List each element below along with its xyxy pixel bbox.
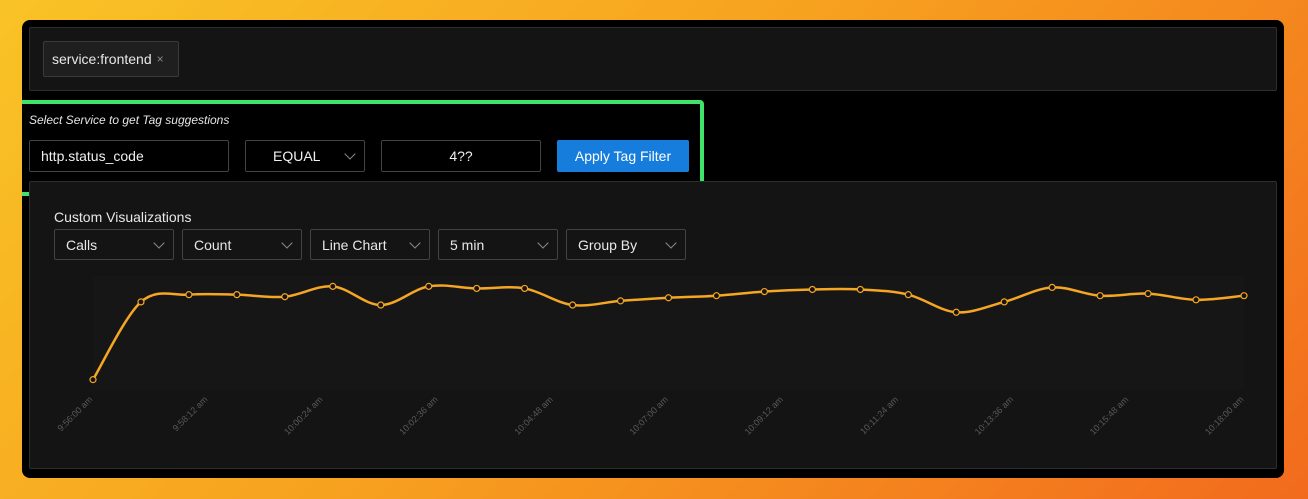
data-point[interactable] <box>1240 292 1248 300</box>
interval-select-value: 5 min <box>450 236 485 253</box>
entity-select[interactable]: Calls <box>54 229 174 260</box>
data-point[interactable] <box>1144 290 1152 298</box>
chevron-down-icon <box>665 237 677 249</box>
chart-type-select[interactable]: Line Chart <box>310 229 430 260</box>
x-tick-label: 10:15:48 am <box>1088 394 1130 436</box>
x-tick-label: 10:04:48 am <box>512 394 554 436</box>
data-point[interactable] <box>760 287 769 296</box>
app-window: service:frontend × Select Service to get… <box>22 20 1284 478</box>
data-point[interactable] <box>664 294 673 302</box>
operator-value: EQUAL <box>273 148 321 164</box>
data-point[interactable] <box>1048 283 1056 291</box>
chevron-down-icon <box>409 237 421 249</box>
data-point[interactable] <box>89 376 97 384</box>
data-point[interactable] <box>1096 292 1104 300</box>
chevron-down-icon <box>153 237 165 249</box>
x-tick-label: 10:02:36 am <box>397 394 439 436</box>
data-point[interactable] <box>808 285 816 294</box>
x-tick-label: 10:11:24 am <box>858 394 900 436</box>
x-tick-label: 10:00:24 am <box>282 394 324 436</box>
group-by-select-value: Group By <box>578 236 638 253</box>
data-point[interactable] <box>377 301 385 309</box>
data-point[interactable] <box>329 282 337 290</box>
data-point[interactable] <box>568 301 577 309</box>
x-tick-label: 9:56:00 am <box>56 394 95 433</box>
service-tag-chip: service:frontend × <box>43 41 179 77</box>
visualization-title: Custom Visualizations <box>54 209 192 225</box>
entity-select-value: Calls <box>66 236 98 253</box>
data-point[interactable] <box>233 291 241 299</box>
aggregation-select-value: Count <box>194 236 232 253</box>
x-tick-label: 10:18:00 am <box>1203 394 1245 436</box>
data-point[interactable] <box>904 291 912 299</box>
apply-tag-filter-button[interactable]: Apply Tag Filter <box>557 140 689 172</box>
tag-value-text: 4?? <box>449 148 473 164</box>
data-point[interactable] <box>185 291 193 299</box>
x-tick-label: 10:13:36 am <box>973 394 1015 436</box>
line-chart[interactable]: 9:56:00 am 9:58:12 am 10:00:24 am 10:02:36 … <box>30 272 1276 468</box>
custom-visualizations-panel: Custom Visualizations Calls Count Line C… <box>29 181 1277 469</box>
data-point[interactable] <box>425 282 433 290</box>
interval-select[interactable]: 5 min <box>438 229 558 260</box>
aggregation-select[interactable]: Count <box>182 229 302 260</box>
x-tick-label: 10:09:12 am <box>743 394 785 436</box>
tag-value-input[interactable]: 4?? <box>381 140 541 172</box>
data-point[interactable] <box>712 292 721 300</box>
data-point[interactable] <box>473 284 481 293</box>
close-icon[interactable]: × <box>157 52 164 66</box>
plot-area <box>93 276 1244 390</box>
chevron-down-icon <box>344 148 356 160</box>
data-point[interactable] <box>281 293 289 301</box>
chart-type-select-value: Line Chart <box>322 236 387 253</box>
selected-tags-bar[interactable]: service:frontend × <box>29 27 1277 91</box>
data-point[interactable] <box>616 297 625 305</box>
x-tick-label: 10:07:00 am <box>627 394 669 436</box>
data-point[interactable] <box>856 285 864 294</box>
data-point[interactable] <box>1192 296 1200 304</box>
data-point[interactable] <box>137 298 145 306</box>
tag-suggestion-hint: Select Service to get Tag suggestions <box>29 113 230 127</box>
service-tag-label: service:frontend <box>52 51 152 67</box>
data-point[interactable] <box>1000 298 1008 306</box>
group-by-select[interactable]: Group By <box>566 229 686 260</box>
operator-select[interactable]: EQUAL <box>245 140 365 172</box>
tag-key-input[interactable]: http.status_code <box>29 140 229 172</box>
tag-key-value: http.status_code <box>41 148 144 164</box>
data-point[interactable] <box>952 308 960 316</box>
data-point[interactable] <box>521 284 529 293</box>
x-tick-label: 9:58:12 am <box>171 394 210 433</box>
chevron-down-icon <box>537 237 549 249</box>
chevron-down-icon <box>281 237 293 249</box>
